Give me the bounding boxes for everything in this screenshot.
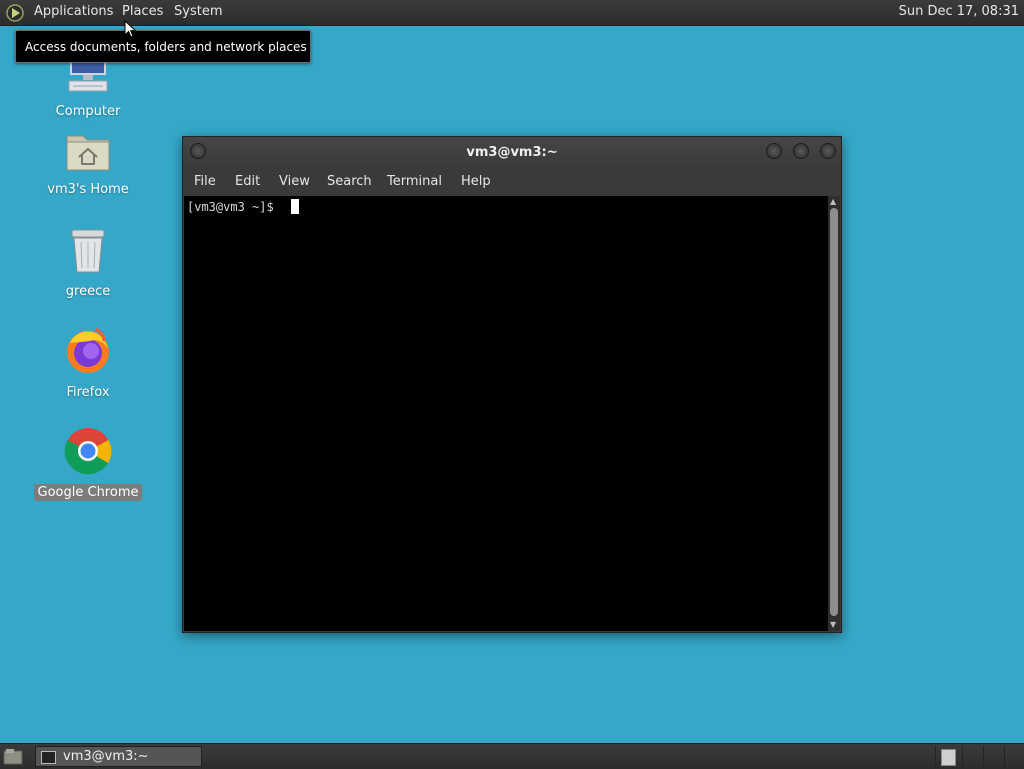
desktop-icon-chrome[interactable]: Google Chrome: [33, 427, 143, 501]
menu-file[interactable]: File: [194, 174, 216, 189]
terminal-titlebar[interactable]: vm3@vm3:~: [183, 137, 841, 167]
workspace-divider: [962, 746, 963, 767]
terminal-window[interactable]: vm3@vm3:~ File Edit View Search Terminal…: [182, 136, 842, 633]
close-button[interactable]: [820, 143, 836, 159]
workspace-divider: [983, 746, 984, 767]
maximize-button[interactable]: [793, 143, 809, 159]
places-tooltip: Access documents, folders and network pl…: [15, 30, 311, 63]
chrome-icon: [64, 428, 112, 475]
firefox-icon: [67, 327, 109, 373]
desktop-icon-label: Google Chrome: [33, 484, 143, 501]
desktop-icon-label: Firefox: [66, 385, 110, 400]
taskbar-window-label: vm3@vm3:~: [63, 749, 149, 764]
desktop-icon-home[interactable]: vm3's Home: [33, 130, 143, 198]
clock[interactable]: Sun Dec 17, 08:31: [899, 4, 1019, 19]
menu-applications[interactable]: Applications: [34, 4, 113, 19]
applications-menu-icon[interactable]: [5, 3, 25, 23]
shell-prompt: [vm3@vm3 ~]$: [187, 200, 274, 214]
menu-search[interactable]: Search: [327, 174, 372, 189]
scrollbar-thumb[interactable]: [830, 208, 838, 616]
desktop-icon-label: Computer: [55, 104, 121, 119]
menu-help[interactable]: Help: [461, 174, 491, 189]
terminal-menubar: File Edit View Search Terminal Help: [183, 167, 841, 196]
trash-icon: [71, 229, 105, 273]
menu-terminal[interactable]: Terminal: [387, 174, 442, 189]
bottom-panel: vm3@vm3:~: [0, 743, 1024, 769]
text-cursor: [291, 199, 299, 214]
scroll-up-icon[interactable]: ▲: [830, 197, 836, 206]
window-title: vm3@vm3:~: [466, 145, 558, 160]
show-desktop-icon[interactable]: [3, 748, 23, 765]
workspace-divider: [1004, 746, 1005, 767]
mouse-pointer-icon: [124, 20, 137, 38]
terminal-output[interactable]: [vm3@vm3 ~]$: [184, 196, 828, 631]
menu-view[interactable]: View: [279, 174, 310, 189]
top-panel: Applications Places System Sun Dec 17, 0…: [0, 0, 1024, 26]
home-folder-icon: [66, 135, 110, 171]
workspace-divider: [935, 746, 936, 767]
scroll-down-icon[interactable]: ▼: [830, 620, 836, 629]
desktop-icon-label: vm3's Home: [47, 182, 129, 197]
menu-places[interactable]: Places: [122, 4, 163, 19]
taskbar-terminal-button[interactable]: vm3@vm3:~: [35, 746, 202, 767]
terminal-icon: [41, 751, 56, 764]
desktop-icon-label: greece: [65, 284, 111, 299]
menu-edit[interactable]: Edit: [235, 174, 260, 189]
workspace-switcher-active[interactable]: [941, 749, 956, 766]
menu-system[interactable]: System: [174, 4, 222, 19]
minimize-button[interactable]: [766, 143, 782, 159]
terminal-scrollbar[interactable]: ▲ ▼: [828, 196, 840, 631]
desktop-icon-trash[interactable]: greece: [33, 228, 143, 300]
desktop-icon-firefox[interactable]: Firefox: [33, 327, 143, 401]
